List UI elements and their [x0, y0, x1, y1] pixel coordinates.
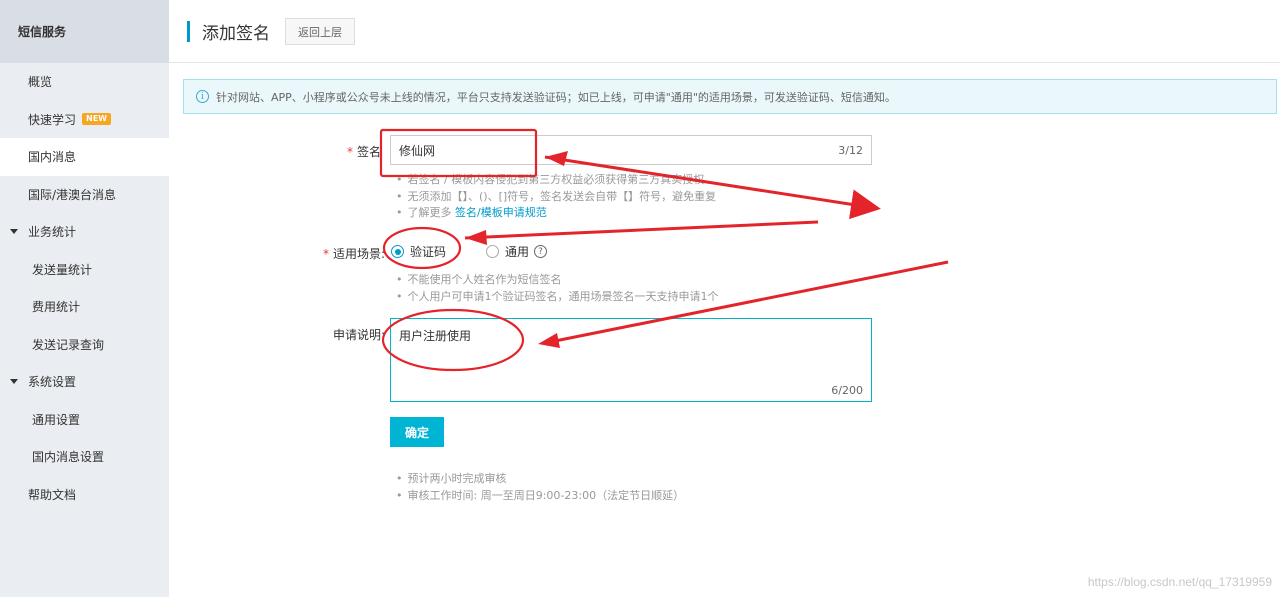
scene-label-text: 适用场景 [333, 247, 382, 261]
hint-item: 预计两小时完成审核 [396, 471, 684, 488]
radio-general[interactable]: 通用 ? [486, 243, 548, 260]
sidebar-item-domestic-settings[interactable]: 国内消息设置 [0, 438, 169, 476]
hint-item-more: 了解更多 签名/模板申请规范 [396, 205, 716, 222]
hint-item: 若签名 / 模板内容侵犯到第三方权益必须获得第三方真实授权 [396, 172, 716, 189]
sidebar-item-cost-stats[interactable]: 费用统计 [0, 288, 169, 326]
annotation-arrow [464, 220, 819, 240]
watermark: https://blog.csdn.net/qq_17319959 [1087, 575, 1272, 589]
hint-item: 无须添加【】、()、[]符号，签名发送会自带【】符号，避免重复 [396, 189, 717, 206]
description-count: 6/200 [831, 384, 863, 397]
signature-input[interactable]: 修仙网 3/12 [390, 135, 872, 165]
sidebar-item-general-settings[interactable]: 通用设置 [0, 401, 169, 439]
info-icon: i [196, 90, 209, 103]
sidebar-item-send-volume[interactable]: 发送量统计 [0, 251, 169, 289]
new-badge: NEW [82, 113, 111, 126]
sidebar-item-label: 系统设置 [28, 375, 77, 390]
page-header: 添加签名 返回上层 [169, 0, 1280, 63]
sidebar-item-label: 发送记录查询 [32, 337, 105, 352]
page-title: 添加签名 [202, 24, 270, 44]
signature-label: * 签名 [347, 143, 381, 160]
description-textarea[interactable]: 用户注册使用 6/200 [390, 318, 872, 402]
scene-label: * 适用场景: [323, 247, 386, 261]
scene-hints: 不能使用个人姓名作为短信签名 个人用户可申请1个验证码签名，通用场景签名一天支持… [396, 272, 719, 305]
sidebar-item-label: 发送量统计 [32, 262, 93, 277]
description-label: 申请说明: [333, 328, 386, 342]
hint-item: 审核工作时间: 周一至周日9:00-23:00（法定节日顺延） [396, 488, 685, 505]
radio-label: 通用 [505, 245, 530, 259]
sidebar-item-label: 国际/港澳台消息 [28, 187, 117, 202]
sidebar-item-overview[interactable]: 概览 [0, 63, 169, 101]
sidebar-item-label: 通用设置 [32, 412, 81, 427]
spec-link[interactable]: 签名/模板申请规范 [455, 206, 547, 219]
required-mark: * [347, 145, 353, 159]
notice-text: 针对网站、APP、小程序或公众号未上线的情况，平台只支持发送验证码；如已上线，可… [216, 90, 896, 104]
radio-label: 验证码 [410, 245, 447, 259]
description-value: 用户注册使用 [399, 329, 472, 343]
hint-item: 个人用户可申请1个验证码签名，通用场景签名一天支持申请1个 [396, 289, 719, 306]
back-button[interactable]: 返回上层 [285, 18, 355, 45]
radio-unchecked-icon [486, 245, 499, 258]
notice-banner: i 针对网站、APP、小程序或公众号未上线的情况，平台只支持发送验证码；如已上线… [183, 79, 1277, 114]
sidebar-group-business-stats[interactable]: 业务统计 [0, 213, 169, 251]
required-mark: * [323, 247, 329, 261]
radio-verification-code[interactable]: 验证码 [391, 243, 446, 260]
arrowhead [465, 230, 487, 245]
sidebar-item-domestic-message[interactable]: 国内消息 [0, 138, 169, 176]
sidebar-group-system-settings[interactable]: 系统设置 [0, 363, 169, 401]
title-accent-bar [187, 21, 190, 42]
radio-checked-icon [391, 245, 404, 258]
sidebar-header: 短信服务 [0, 0, 169, 63]
sidebar-item-label: 费用统计 [32, 300, 81, 315]
sidebar-item-international-message[interactable]: 国际/港澳台消息 [0, 176, 169, 214]
hint-more-prefix: 了解更多 [407, 206, 455, 219]
sidebar-item-label: 业务统计 [28, 225, 77, 240]
description-label-text: 申请说明 [333, 328, 382, 342]
signature-value: 修仙网 [399, 143, 436, 158]
review-hints: 预计两小时完成审核 审核工作时间: 周一至周日9:00-23:00（法定节日顺延… [396, 471, 685, 505]
signature-count: 3/12 [838, 143, 863, 157]
sidebar-item-send-records[interactable]: 发送记录查询 [0, 326, 169, 364]
help-icon[interactable]: ? [534, 245, 548, 258]
sidebar-item-help-docs[interactable]: 帮助文档 [0, 476, 169, 514]
caret-down-icon [10, 379, 18, 385]
sidebar-item-quick-learn[interactable]: 快速学习 NEW [0, 101, 169, 139]
sidebar-item-label: 概览 [28, 75, 53, 90]
sidebar-item-label: 国内消息 [28, 150, 77, 165]
signature-hints: 若签名 / 模板内容侵犯到第三方权益必须获得第三方真实授权 无须添加【】、()、… [396, 172, 717, 222]
sidebar-item-label: 快速学习 [28, 112, 77, 127]
confirm-button[interactable]: 确定 [390, 417, 444, 447]
sidebar-item-label: 帮助文档 [28, 487, 77, 502]
hint-item: 不能使用个人姓名作为短信签名 [396, 272, 719, 289]
sidebar-item-label: 国内消息设置 [32, 450, 105, 465]
sidebar: 短信服务 概览 快速学习 NEW 国内消息 国际/港澳台消息 业务统计 发送量统计… [0, 0, 169, 597]
caret-down-icon [10, 229, 18, 235]
signature-label-text: 签名 [357, 145, 382, 159]
